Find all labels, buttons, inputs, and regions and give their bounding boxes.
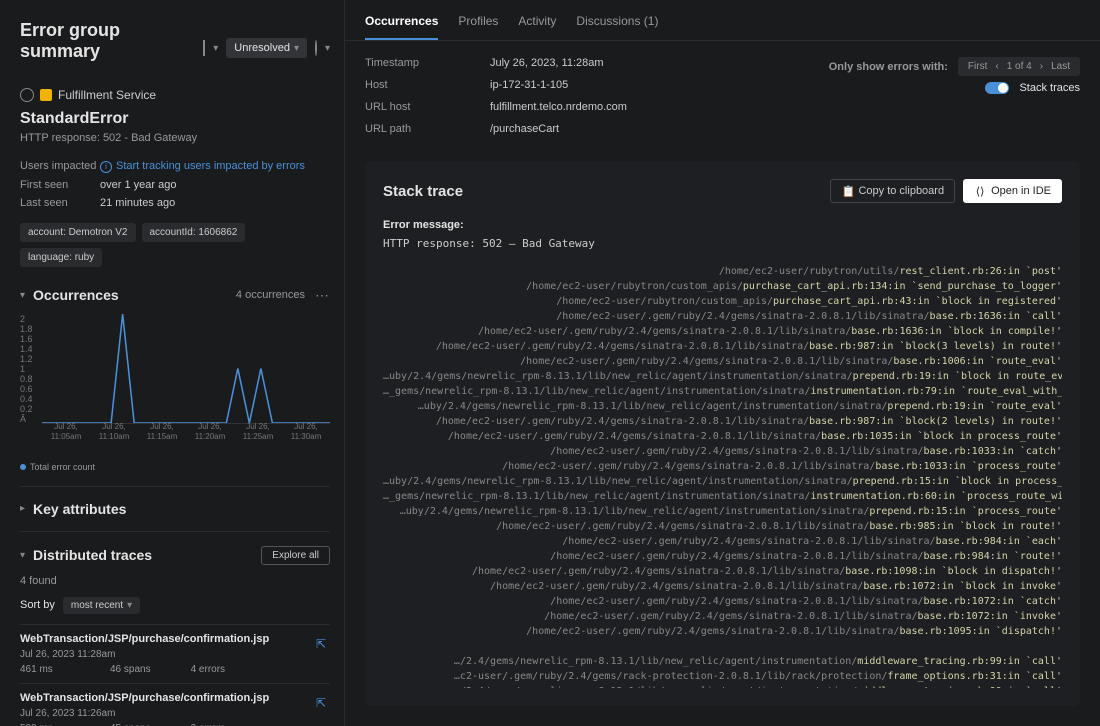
first-seen-value: over 1 year ago bbox=[100, 179, 176, 191]
tab-activity[interactable]: Activity bbox=[518, 14, 556, 40]
tag[interactable]: account: Demotron V2 bbox=[20, 223, 136, 242]
pager[interactable]: First‹1 of 4›Last bbox=[958, 57, 1080, 76]
filter-label: Only show errors with: bbox=[829, 61, 948, 73]
page-title: Error group summary bbox=[20, 20, 203, 62]
error-class: StandardError bbox=[20, 110, 330, 128]
urlhost-label: URL host bbox=[365, 101, 490, 113]
trace-name: WebTransaction/JSP/purchase/confirmation… bbox=[20, 633, 330, 645]
occurrences-count: 4 occurrences bbox=[236, 289, 305, 301]
trace-name: WebTransaction/JSP/purchase/confirmation… bbox=[20, 692, 330, 704]
error-message: HTTP response: 502 - Bad Gateway bbox=[20, 132, 330, 144]
traces-title: Distributed traces bbox=[33, 547, 152, 563]
caret-right-icon[interactable]: ▸ bbox=[20, 503, 25, 514]
tag[interactable]: language: ruby bbox=[20, 248, 102, 267]
more-icon[interactable]: ⋯ bbox=[315, 287, 330, 304]
error-message-label: Error message: bbox=[383, 219, 1062, 231]
tag[interactable]: accountId: 1606862 bbox=[142, 223, 246, 242]
trace-spans: 45 spans bbox=[110, 723, 151, 726]
tab-occurrences[interactable]: Occurrences bbox=[365, 14, 438, 40]
trace-time: Jul 26, 2023 11:28am bbox=[20, 649, 330, 660]
trace-errors: 4 errors bbox=[191, 664, 225, 675]
tab-profiles[interactable]: Profiles bbox=[458, 14, 498, 40]
traces-found: 4 found bbox=[20, 575, 330, 587]
first-seen-label: First seen bbox=[20, 179, 100, 191]
urlpath-value: /purchaseCart bbox=[490, 123, 559, 135]
host-value: ip-172-31-1-105 bbox=[490, 79, 568, 91]
last-seen-label: Last seen bbox=[20, 197, 100, 209]
trace-time: Jul 26, 2023 11:26am bbox=[20, 708, 330, 719]
trace-duration: 599 ms bbox=[20, 723, 70, 726]
host-label: Host bbox=[365, 79, 490, 91]
chevron-down-icon[interactable]: ▾ bbox=[325, 43, 330, 54]
diamond-icon[interactable] bbox=[203, 41, 205, 55]
tracking-link[interactable]: Start tracking users impacted by errors bbox=[116, 160, 305, 172]
timestamp-value: July 26, 2023, 11:28am bbox=[490, 57, 604, 69]
trace-duration: 461 ms bbox=[20, 664, 70, 675]
last-seen-value: 21 minutes ago bbox=[100, 197, 175, 209]
occurrences-chart: 21.81.61.41.210.80.60.40.2Â Jul 26, 11:0… bbox=[20, 314, 330, 444]
key-attributes-title: Key attributes bbox=[33, 501, 126, 517]
toggle-label: Stack traces bbox=[1019, 82, 1080, 94]
sort-dropdown[interactable]: most recent▾ bbox=[63, 597, 140, 614]
service-badge-icon bbox=[40, 89, 52, 101]
copy-button[interactable]: 📋Copy to clipboard bbox=[830, 179, 955, 203]
urlhost-value: fulfillment.telco.nrdemo.com bbox=[490, 101, 627, 113]
sort-label: Sort by bbox=[20, 599, 55, 611]
chevron-down-icon[interactable]: ▾ bbox=[213, 43, 218, 54]
info-icon: i bbox=[100, 161, 112, 173]
caret-down-icon[interactable]: ▾ bbox=[20, 290, 25, 301]
stack-trace-lines: /home/ec2-user/rubytron/utils/rest_clien… bbox=[383, 264, 1062, 688]
legend-dot-icon bbox=[20, 464, 26, 470]
timestamp-label: Timestamp bbox=[365, 57, 490, 69]
clipboard-icon: 📋 bbox=[841, 185, 853, 197]
caret-down-icon[interactable]: ▾ bbox=[20, 550, 25, 561]
globe-icon bbox=[20, 88, 34, 102]
occurrences-title: Occurrences bbox=[33, 287, 119, 303]
external-link-icon[interactable]: ⇱ bbox=[316, 696, 330, 710]
service-name[interactable]: Fulfillment Service bbox=[58, 88, 156, 102]
users-impacted-label: Users impacted bbox=[20, 160, 100, 173]
trace-item[interactable]: WebTransaction/JSP/purchase/confirmation… bbox=[20, 624, 330, 683]
chart-legend: Total error count bbox=[30, 462, 95, 472]
trace-spans: 46 spans bbox=[110, 664, 151, 675]
status-dropdown[interactable]: Unresolved▾ bbox=[226, 38, 307, 58]
error-message-text: HTTP response: 502 – Bad Gateway bbox=[383, 237, 1062, 250]
external-link-icon[interactable]: ⇱ bbox=[316, 637, 330, 651]
tab-discussions[interactable]: Discussions (1) bbox=[576, 14, 658, 40]
urlpath-label: URL path bbox=[365, 123, 490, 135]
open-ide-button[interactable]: ⟨⟩Open in IDE bbox=[963, 179, 1062, 203]
stack-traces-toggle[interactable] bbox=[985, 82, 1009, 94]
user-icon[interactable] bbox=[315, 41, 317, 55]
stack-trace-title: Stack trace bbox=[383, 183, 463, 200]
trace-errors: 3 errors bbox=[191, 723, 225, 726]
code-icon: ⟨⟩ bbox=[974, 185, 986, 197]
explore-all-button[interactable]: Explore all bbox=[261, 546, 330, 565]
trace-item[interactable]: WebTransaction/JSP/purchase/confirmation… bbox=[20, 683, 330, 726]
